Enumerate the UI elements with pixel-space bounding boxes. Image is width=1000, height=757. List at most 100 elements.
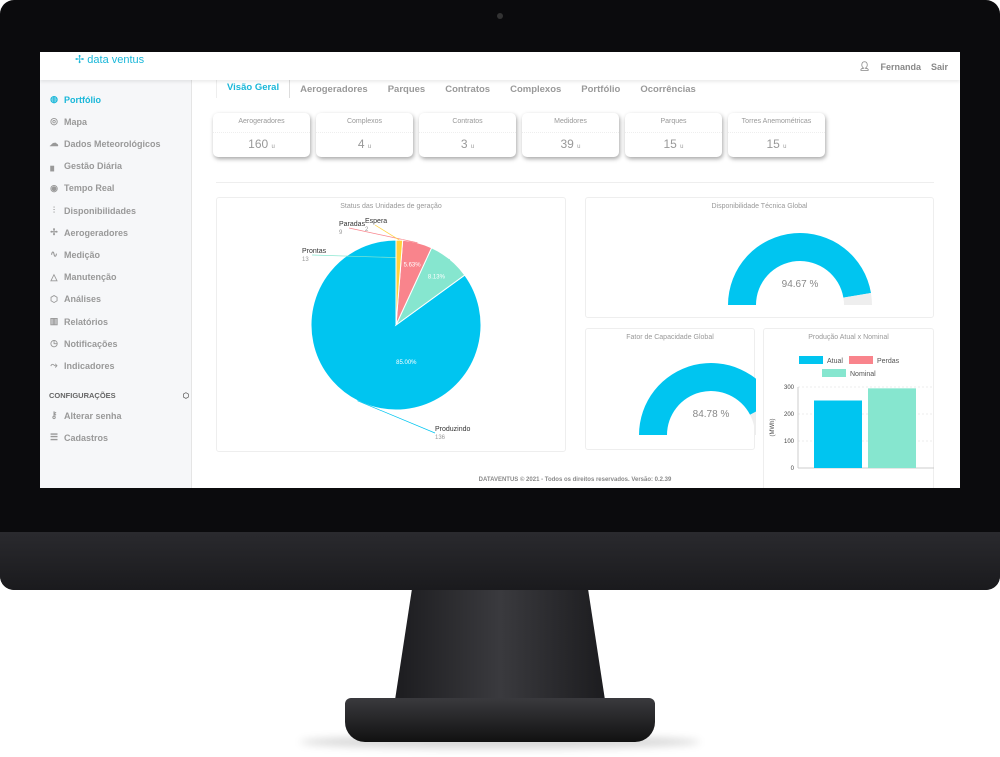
availability-gauge: 94.67 % [728, 232, 872, 305]
sidebar-item-label: Medição [64, 249, 101, 260]
pie-value: 9 [339, 230, 343, 236]
sidebar-item-label: Cadastros [64, 432, 109, 443]
monitor-base [345, 698, 655, 742]
sidebar-item-gestão-diária[interactable]: ▖ Gestão Diária [49, 160, 123, 172]
sidebar-item-portfólio[interactable]: ◍ Portfólio [49, 94, 101, 105]
tab-portfólio[interactable]: Portfólio [571, 84, 630, 95]
stat-card-title: Parques [625, 113, 722, 133]
legend-label: Perdas [877, 358, 900, 365]
pie-percent-label: 5.63% [404, 262, 422, 268]
map-pin-icon: ◎ [50, 116, 58, 127]
sidebar-item-label: Portfólio [64, 94, 101, 105]
footer: DATAVENTUS © 2021 - Todos os direitos re… [478, 477, 672, 483]
stat-card-value: 15 [663, 137, 677, 151]
sidebar-item-aerogeradores[interactable]: ✢ Aerogeradores [49, 227, 128, 238]
legend-label: Atual [827, 358, 843, 365]
y-axis-label: (MWh) [770, 419, 776, 437]
bar-signal-icon: ▖ [50, 160, 58, 171]
tab-parques[interactable]: Parques [378, 84, 436, 95]
sidebar-item-label: Manutenção [64, 272, 117, 283]
logo[interactable]: ✢ data ventus [75, 54, 144, 66]
key-icon: ⚷ [50, 410, 58, 420]
stat-card[interactable]: Torres Anemométricas 15 u [728, 113, 825, 157]
stat-card-title: Complexos [316, 113, 413, 133]
stat-card-title: Contratos [419, 113, 516, 133]
sidebar-item-manutenção[interactable]: △ Manutenção [49, 272, 117, 283]
tabs: Visão Geral Aerogeradores Parques Contratos… [216, 80, 706, 98]
sidebar-item-cadastros[interactable]: ☰ Cadastros [49, 432, 108, 443]
tab-contratos[interactable]: Contratos [435, 84, 500, 95]
pie-title: Status das Unidades de geração [340, 203, 442, 210]
sidebar-item-label: Notificações [64, 338, 118, 349]
gauge-value: 84.78 % [693, 409, 730, 420]
sidebar-item-dados-meteorológicos[interactable]: ☁ Dados Meteorológicos [49, 138, 161, 149]
tab-ocorrências[interactable]: Ocorrências [630, 84, 705, 95]
stat-card-unit: u [367, 144, 372, 150]
stat-card-title: Medidores [522, 113, 619, 133]
tab-visão-geral[interactable]: Visão Geral [216, 80, 291, 98]
stat-card-unit: u [271, 144, 275, 150]
pie-leader-line [374, 224, 400, 241]
tab-aerogeradores[interactable]: Aerogeradores [290, 84, 378, 95]
sidebar-item-label: Dados Meteorológicos [64, 138, 161, 149]
stat-card[interactable]: Medidores 39 u [522, 113, 619, 157]
sidebar-item-label: Indicadores [64, 360, 115, 371]
stat-card-unit: u [577, 144, 581, 150]
y-tick-label: 200 [784, 412, 795, 418]
stat-card[interactable]: Contratos 3 u [419, 113, 516, 157]
gauge-value: 94.67 % [782, 279, 819, 290]
divider [216, 182, 934, 183]
sidebar-item-medição[interactable]: ∿ Medição [49, 249, 100, 260]
sidebar-item-análises[interactable]: ⬡ Análises [49, 294, 101, 305]
stat-card-unit: u [680, 144, 684, 150]
sidebar-item-indicadores[interactable]: ⤳ Indicadores [49, 360, 115, 371]
pie-label: Produzindo [435, 426, 471, 433]
pie-label: Paradas [339, 221, 366, 228]
capacity-title: Fator de Capacidade Global [626, 334, 714, 341]
sidebar-item-notificações[interactable]: ◷ Notificações [49, 338, 118, 349]
pie-percent-label: 85.00% [396, 360, 417, 366]
pie-percent-label: 8.13% [428, 275, 446, 281]
monitor-stand [395, 590, 605, 700]
cube-icon: ⬡ [50, 293, 58, 304]
sliders-icon: ⫶ [52, 205, 56, 215]
stat-card-value: 3 [460, 137, 468, 151]
turbine-logo-icon: ✢ [75, 54, 85, 66]
stat-card-unit: u [783, 144, 787, 150]
warning-icon: △ [50, 271, 58, 282]
pie-value: 13 [302, 257, 309, 263]
pie-label: Prontas [302, 248, 327, 255]
y-tick-label: 100 [784, 439, 795, 445]
availability-panel: Disponibilidade Técnica Global 94.67 % [585, 197, 934, 318]
sidebar-item-label: Gestão Diária [64, 161, 123, 172]
camera [497, 13, 503, 19]
wind-turbine-icon: ✢ [50, 227, 58, 238]
stat-card-value: 4 [357, 137, 365, 151]
stat-card[interactable]: Aerogeradores 160 u [213, 113, 310, 157]
sidebar-item-disponibilidades[interactable]: ⫶ Disponibilidades [49, 205, 136, 216]
user-icon: 👤︎ [859, 61, 871, 71]
user-menu: 👤︎ Fernanda Sair [859, 61, 948, 72]
user-name[interactable]: Fernanda [880, 62, 921, 72]
stat-card[interactable]: Complexos 4 u [316, 113, 413, 157]
config-title: CONFIGURAÇÕES [49, 391, 116, 400]
sidebar-item-label: Análises [64, 294, 102, 305]
chart-icon: ▥ [49, 316, 59, 326]
bar-atual [814, 400, 862, 468]
legend-swatch-atual [799, 356, 823, 364]
weather-icon: ☁ [49, 138, 59, 149]
tab-complexos[interactable]: Complexos [500, 84, 571, 95]
sidebar-item-mapa[interactable]: ◎ Mapa [49, 116, 87, 127]
config-section-title: CONFIGURAÇÕES ⬡ [49, 391, 189, 400]
stat-card-value: 15 [766, 137, 780, 151]
pulse-icon: ∿ [50, 249, 58, 260]
sidebar-item-alterar-senha[interactable]: ⚷ Alterar senha [49, 410, 122, 421]
logout-link[interactable]: Sair [931, 62, 948, 72]
sidebar-item-label: Tempo Real [64, 183, 115, 194]
sidebar-item-tempo-real[interactable]: ◉ Tempo Real [49, 183, 114, 194]
stat-card[interactable]: Parques 15 u [625, 113, 722, 157]
cube-icon[interactable]: ⬡ [183, 391, 190, 400]
capacity-panel: Fator de Capacidade Global 84.78 % [585, 328, 783, 450]
sidebar-item-relatórios[interactable]: ▥ Relatórios [49, 316, 108, 327]
sidebar-item-label: Relatórios [64, 316, 109, 327]
